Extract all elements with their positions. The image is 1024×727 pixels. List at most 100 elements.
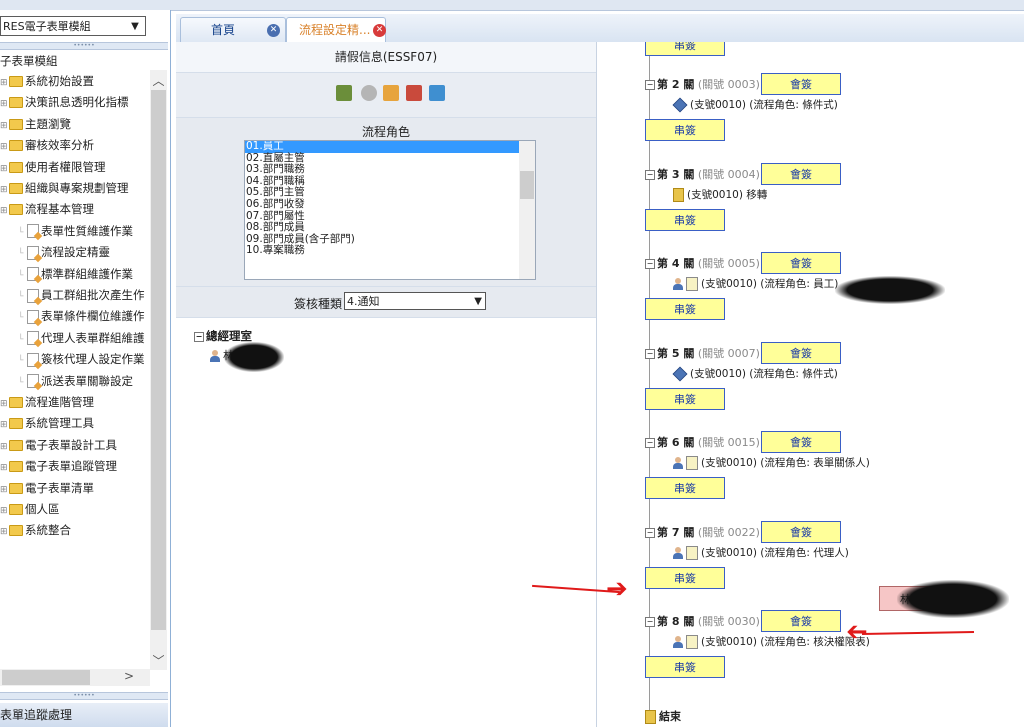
stage-detail[interactable]: (支號0010) (流程角色: 代理人) <box>673 544 849 562</box>
org-chart-icon[interactable] <box>429 85 445 101</box>
stage-node[interactable]: − 第 6 關 (關號 0015) <box>645 434 760 452</box>
scroll-up-icon[interactable]: ︿ <box>150 72 167 88</box>
expand-icon[interactable]: ⊞ <box>0 502 9 520</box>
scrollbar-thumb[interactable] <box>2 670 90 685</box>
expand-icon[interactable]: ⊞ <box>0 74 9 92</box>
countersign-button[interactable]: 會簽 <box>761 431 841 453</box>
countersign-button[interactable]: 會簽 <box>761 73 841 95</box>
close-icon[interactable]: ✕ <box>267 24 280 37</box>
copy-icon[interactable] <box>383 85 399 101</box>
tree-item[interactable]: ⊞ 流程進階管理 <box>0 393 94 411</box>
module-select[interactable]: RES電子表單模組 ▼ <box>0 16 146 36</box>
stage-node[interactable]: − 第 2 關 (關號 0003) <box>645 76 760 94</box>
stage-detail[interactable]: (支號0010) (流程角色: 員工) <box>673 275 838 293</box>
tab-flow-wizard[interactable]: 流程設定精... ✕ <box>286 17 386 42</box>
sidebar-bottom-panel[interactable]: 表單追蹤處理 <box>0 703 168 727</box>
tree-item[interactable]: └ 派送表單關聯設定 <box>18 372 133 390</box>
countersign-button[interactable]: 會簽 <box>761 341 841 364</box>
tree-item[interactable]: ⊞ 電子表單追蹤管理 <box>0 457 117 475</box>
search-icon[interactable] <box>361 85 377 101</box>
delete-icon[interactable] <box>406 85 422 101</box>
stage-detail[interactable]: (支號0010) (流程角色: 條件式) <box>672 365 838 383</box>
scrollbar-thumb[interactable] <box>151 90 166 630</box>
sidebar-splitter[interactable]: •••••• <box>0 42 168 50</box>
tree-item[interactable]: ⊞ 電子表單清單 <box>0 479 94 497</box>
collapse-icon[interactable]: − <box>645 259 655 269</box>
countersign-button[interactable]: 會簽 <box>761 162 841 185</box>
expand-icon[interactable]: ⊞ <box>0 95 9 113</box>
tree-item[interactable]: ⊞ 流程基本管理 <box>0 200 94 218</box>
serial-button[interactable]: 串簽 <box>645 42 725 56</box>
stage-detail[interactable]: (支號0010) (流程角色: 表單關係人) <box>673 454 870 472</box>
expand-icon[interactable]: ⊞ <box>0 181 9 199</box>
tree-item[interactable]: └ 表單性質維護作業 <box>18 222 133 240</box>
tree-item[interactable]: ⊞ 系統整合 <box>0 521 71 539</box>
add-node-icon[interactable] <box>336 85 352 101</box>
serial-button[interactable]: 串簽 <box>645 298 725 320</box>
collapse-icon[interactable]: − <box>645 169 655 180</box>
tree-item[interactable]: ⊞ 主題瀏覽 <box>0 115 71 133</box>
sign-type-select[interactable]: 4.通知 ▼ <box>344 292 486 310</box>
role-list-scrollbar[interactable] <box>519 141 535 279</box>
scroll-right-icon[interactable]: > <box>124 669 134 683</box>
tree-item[interactable]: └ 簽核代理人設定作業 <box>18 350 145 368</box>
sidebar-splitter[interactable]: •••••• <box>0 692 168 700</box>
tree-root[interactable]: 子表單模組 <box>0 52 58 70</box>
tree-item[interactable]: └ 流程設定精靈 <box>18 243 110 261</box>
expand-icon[interactable]: ⊞ <box>0 459 9 477</box>
collapse-icon[interactable]: − <box>194 331 204 342</box>
tree-item[interactable]: └ 員工群組批次產生作 <box>18 286 145 304</box>
collapse-icon[interactable]: − <box>645 438 655 448</box>
expand-icon[interactable]: ⊞ <box>0 481 9 499</box>
role-option[interactable]: 01.員工 <box>245 141 519 153</box>
serial-button[interactable]: 串簽 <box>645 387 725 410</box>
tree-item[interactable]: ⊞ 組織與專案規劃管理 <box>0 179 129 197</box>
tree-item[interactable]: ⊞ 系統初始設置 <box>0 72 94 90</box>
expand-icon[interactable]: ⊞ <box>0 138 9 156</box>
close-icon[interactable]: ✕ <box>373 24 386 37</box>
role-option[interactable]: 08.部門成員 <box>245 222 519 234</box>
countersign-button[interactable]: 會簽 <box>761 252 841 274</box>
stage-node[interactable]: − 第 8 關 (關號 0030) <box>645 613 760 631</box>
serial-button[interactable]: 串簽 <box>645 477 725 499</box>
collapse-icon[interactable]: − <box>645 617 655 627</box>
tree-item[interactable]: └ 代理人表單群組維護 <box>18 329 145 347</box>
tree-item[interactable]: ⊞ 個人區 <box>0 500 60 518</box>
tree-item[interactable]: └ 標準群組維護作業 <box>18 265 133 283</box>
serial-button[interactable]: 串簽 <box>645 208 725 231</box>
tree-item[interactable]: ⊞ 審核效率分析 <box>0 136 94 154</box>
stage-detail[interactable]: (支號0010) 移轉 <box>673 186 767 204</box>
scrollbar-thumb[interactable] <box>520 171 534 199</box>
stage-detail[interactable]: (支號0010) (流程角色: 條件式) <box>672 96 838 114</box>
expand-icon[interactable]: ⊞ <box>0 160 9 178</box>
stage-node[interactable]: − 第 3 關 (關號 0004) <box>645 166 760 184</box>
expand-icon[interactable]: ⊞ <box>0 438 9 456</box>
tree-item[interactable]: └ 表單條件欄位維護作 <box>18 307 145 325</box>
sidebar-vertical-scrollbar[interactable]: ︿ ﹀ <box>150 70 167 670</box>
stage-detail[interactable]: (支號0010) (流程角色: 核決權限表) <box>673 633 870 651</box>
stage-node[interactable]: − 第 4 關 (關號 0005) <box>645 255 760 273</box>
collapse-icon[interactable]: − <box>645 527 655 538</box>
collapse-icon[interactable]: − <box>645 80 655 90</box>
expand-icon[interactable]: ⊞ <box>0 416 9 434</box>
expand-icon[interactable]: ⊞ <box>0 395 9 413</box>
expand-icon[interactable]: ⊞ <box>0 523 9 541</box>
serial-button[interactable]: 串簽 <box>645 656 725 678</box>
tree-item[interactable]: ⊞ 系統管理工具 <box>0 414 94 432</box>
tree-item[interactable]: ⊞ 使用者權限管理 <box>0 158 106 176</box>
expand-icon[interactable]: ⊞ <box>0 117 9 135</box>
serial-button[interactable]: 串簽 <box>645 119 725 141</box>
role-option[interactable]: 10.專案職務 <box>245 245 519 257</box>
collapse-icon[interactable]: − <box>645 348 655 359</box>
serial-button[interactable]: 串簽 <box>645 566 725 589</box>
stage-node[interactable]: − 第 5 關 (關號 0007) <box>645 345 760 363</box>
stage-node[interactable]: − 第 7 關 (關號 0022) <box>645 524 760 542</box>
tree-item[interactable]: ⊞ 電子表單設計工具 <box>0 436 117 454</box>
countersign-button[interactable]: 會簽 <box>761 520 841 543</box>
tree-item[interactable]: ⊞ 決策訊息透明化指標 <box>0 93 129 111</box>
scroll-down-icon[interactable]: ﹀ <box>150 652 167 668</box>
expand-icon[interactable]: ⊞ <box>0 202 9 220</box>
sidebar-horizontal-scrollbar[interactable]: > <box>0 669 150 686</box>
tab-home[interactable]: 首頁 ✕ <box>180 17 286 42</box>
countersign-button[interactable]: 會簽 <box>761 610 841 632</box>
